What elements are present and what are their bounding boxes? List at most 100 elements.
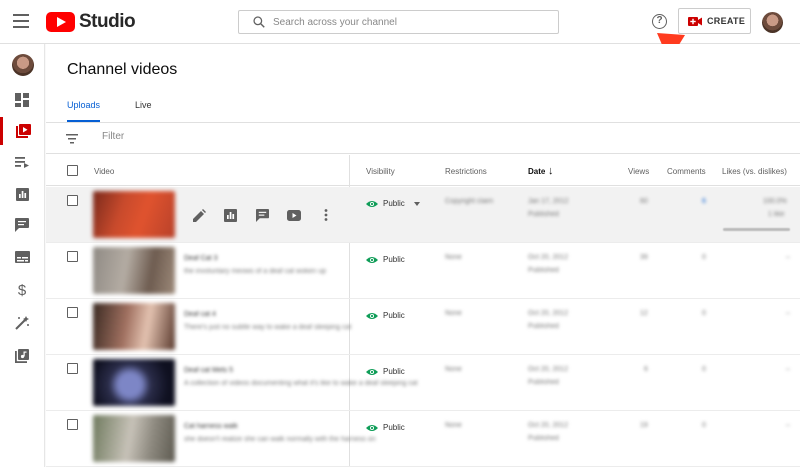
rail-customization[interactable] <box>0 309 44 337</box>
eye-icon <box>366 312 378 319</box>
restrictions-value[interactable]: Copyright claim <box>445 198 493 205</box>
row-checkbox[interactable] <box>67 419 78 430</box>
video-thumbnail[interactable] <box>93 415 175 462</box>
header-date[interactable]: Date <box>528 167 545 176</box>
likes-sub: 1 like <box>768 211 785 218</box>
likes-value: 100.0% <box>763 198 787 205</box>
date-value: Oct 20, 2012 <box>528 310 569 317</box>
youtube-play-icon <box>46 12 75 32</box>
filter-input[interactable] <box>102 131 302 142</box>
visibility-status[interactable]: Public <box>366 311 405 320</box>
search-icon <box>245 11 273 33</box>
video-title[interactable]: Deaf cat 4 <box>184 311 216 318</box>
video-description: A collection of videos documenting what … <box>184 380 418 387</box>
video-description: the involuntary meows of a deaf cat woke… <box>184 268 327 275</box>
row-checkbox[interactable] <box>67 307 78 318</box>
studio-logo[interactable]: Studio <box>46 11 136 33</box>
rail-analytics[interactable] <box>0 180 44 208</box>
likes-value: – <box>786 310 790 317</box>
tab-uploads[interactable]: Uploads <box>67 100 100 110</box>
date-value: Jan 17, 2012 <box>528 198 569 205</box>
search-input[interactable] <box>273 16 543 28</box>
video-thumbnail[interactable] <box>93 359 175 406</box>
visibility-label: Public <box>383 199 405 208</box>
rail-dashboard[interactable] <box>0 86 44 114</box>
analytics-icon[interactable] <box>222 207 238 223</box>
table-header: Video Visibility Restrictions Date ↓ Vie… <box>46 155 800 186</box>
rail-videos[interactable] <box>0 117 44 145</box>
main-content: Channel videos Uploads Live Video Visibi… <box>46 44 800 467</box>
row-checkbox[interactable] <box>67 251 78 262</box>
tab-live[interactable]: Live <box>135 100 152 110</box>
table-row[interactable]: Deaf cat Mets 5 A collection of videos d… <box>46 355 800 411</box>
youtube-icon[interactable] <box>286 207 302 223</box>
row-checkbox[interactable] <box>67 363 78 374</box>
videos-icon <box>16 124 31 138</box>
visibility-status[interactable]: Public <box>366 255 405 264</box>
rail-subtitles[interactable] <box>0 243 44 271</box>
eye-icon <box>366 200 378 207</box>
search-box[interactable] <box>238 10 559 34</box>
rail-audio-library[interactable] <box>0 342 44 370</box>
visibility-status[interactable]: Public <box>366 423 405 432</box>
date-status: Published <box>528 267 559 274</box>
restrictions-value: None <box>445 310 462 317</box>
header-comments[interactable]: Comments <box>667 167 706 176</box>
views-value: 19 <box>640 422 648 429</box>
video-thumbnail[interactable] <box>93 303 175 350</box>
visibility-label: Public <box>383 423 405 432</box>
visibility-dropdown[interactable]: Public <box>366 199 420 208</box>
table-row[interactable]: Public Copyright claim Jan 17, 2012 Publ… <box>46 187 800 243</box>
table-row[interactable]: Deaf cat 4 There's just no subtle way to… <box>46 299 800 355</box>
views-value: 12 <box>640 310 648 317</box>
visibility-label: Public <box>383 311 405 320</box>
restrictions-value: None <box>445 366 462 373</box>
video-title[interactable]: Deaf Cat 3 <box>184 255 217 262</box>
filter-icon[interactable] <box>66 134 78 144</box>
rail-comments[interactable] <box>0 211 44 239</box>
table-row[interactable]: Cat harness walk she doesn't realize she… <box>46 411 800 467</box>
sort-down-arrow-icon[interactable]: ↓ <box>548 165 554 177</box>
header-views[interactable]: Views <box>628 167 649 176</box>
logo-text: Studio <box>79 11 136 32</box>
audio-library-icon <box>15 349 29 363</box>
account-avatar[interactable] <box>762 12 783 33</box>
header-visibility[interactable]: Visibility <box>366 167 395 176</box>
comments-value: 0 <box>702 366 706 373</box>
date-status: Published <box>528 379 559 386</box>
eye-icon <box>366 424 378 431</box>
comment-icon[interactable] <box>254 207 270 223</box>
comments-value[interactable]: 6 <box>702 198 706 205</box>
row-checkbox[interactable] <box>67 195 78 206</box>
page-title: Channel videos <box>67 61 178 78</box>
views-value: 39 <box>640 254 648 261</box>
header-restrictions[interactable]: Restrictions <box>445 167 487 176</box>
pencil-icon[interactable] <box>191 207 207 223</box>
filter-bar <box>46 123 800 154</box>
table-row[interactable]: Deaf Cat 3 the involuntary meows of a de… <box>46 243 800 299</box>
caret-down-icon <box>413 201 420 206</box>
likes-value: – <box>786 366 790 373</box>
video-thumbnail[interactable] <box>93 247 175 294</box>
select-all-checkbox[interactable] <box>67 165 78 176</box>
likes-ratio-bar <box>723 228 790 231</box>
channel-avatar[interactable] <box>12 54 34 76</box>
analytics-icon <box>15 187 29 201</box>
help-icon[interactable]: ? <box>652 14 667 29</box>
video-title[interactable]: Deaf cat Mets 5 <box>184 367 233 374</box>
rail-monetization[interactable]: $ <box>0 276 44 304</box>
video-description: There's just no subtle way to wake a dea… <box>184 324 352 331</box>
likes-value: – <box>786 422 790 429</box>
menu-icon[interactable] <box>13 14 29 28</box>
video-description: she doesn't realize she can walk normall… <box>184 436 376 443</box>
visibility-status[interactable]: Public <box>366 367 405 376</box>
date-status: Published <box>528 323 559 330</box>
video-title[interactable]: Cat harness walk <box>184 423 238 430</box>
comments-value: 0 <box>702 310 706 317</box>
video-thumbnail[interactable] <box>93 191 175 238</box>
header-likes[interactable]: Likes (vs. dislikes) <box>722 167 787 176</box>
eye-icon <box>366 368 378 375</box>
rail-playlists[interactable] <box>0 148 44 176</box>
date-status: Published <box>528 435 559 442</box>
more-vert-icon[interactable] <box>318 207 334 223</box>
